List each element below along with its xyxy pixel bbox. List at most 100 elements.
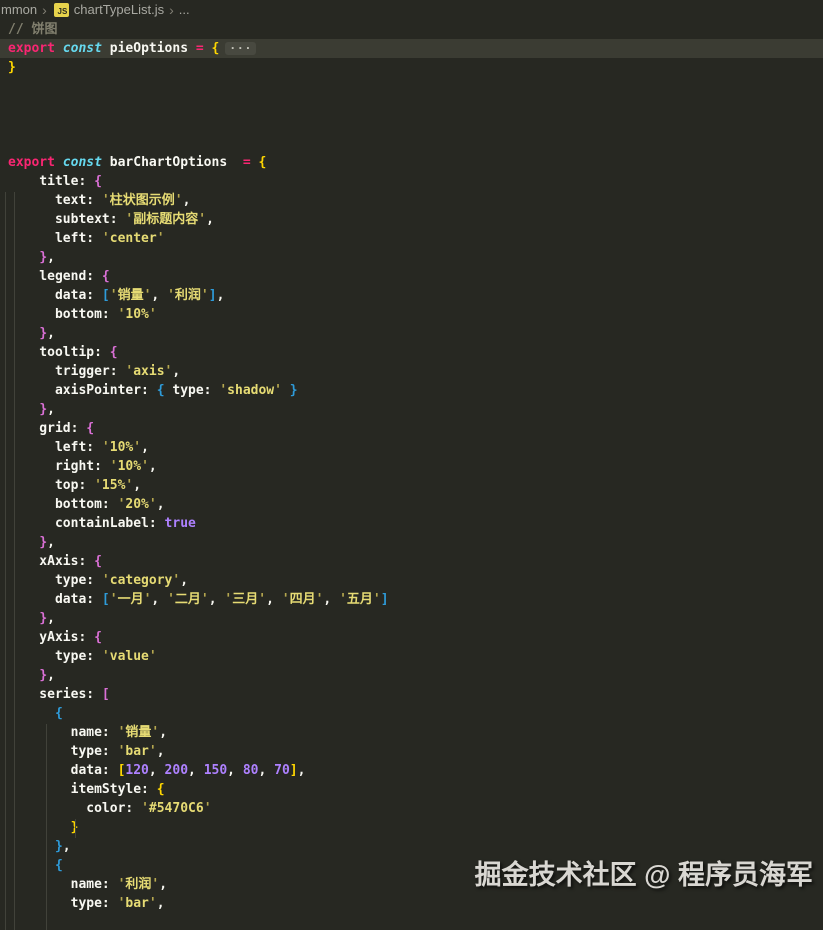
code-token: 120 <box>125 763 148 778</box>
code-line[interactable]: left: 'center' <box>0 229 823 248</box>
breadcrumb-symbol-ellipsis[interactable]: ... <box>179 0 190 20</box>
code-line[interactable]: }, <box>0 248 823 267</box>
code-line[interactable]: // 饼图 <box>0 20 823 39</box>
code-line[interactable]: title: { <box>0 172 823 191</box>
code-token: 三月 <box>232 592 258 607</box>
code-token: right: <box>8 459 110 474</box>
code-token: xAxis: <box>8 554 94 569</box>
code-token: , <box>227 763 243 778</box>
folded-code-ellipsis[interactable]: ··· <box>225 42 256 55</box>
code-line[interactable]: data: ['一月', '二月', '三月', '四月', '五月'] <box>0 590 823 609</box>
code-line[interactable]: right: '10%', <box>0 457 823 476</box>
code-token: tooltip: <box>8 345 110 360</box>
code-line[interactable]: } <box>0 818 823 837</box>
code-token: = <box>196 41 204 56</box>
code-token: ' <box>133 440 141 455</box>
code-line[interactable]: tooltip: { <box>0 343 823 362</box>
code-line[interactable]: subtext: '副标题内容', <box>0 210 823 229</box>
code-token <box>8 668 39 683</box>
code-token: [ <box>102 592 110 607</box>
code-line[interactable] <box>0 134 823 153</box>
code-token: ' <box>282 592 290 607</box>
code-line[interactable]: }, <box>0 666 823 685</box>
code-line[interactable]: type: 'bar', <box>0 894 823 913</box>
code-token: , <box>151 592 167 607</box>
code-token: shadow <box>227 383 274 398</box>
code-token: type: <box>8 744 118 759</box>
code-line[interactable]: type: 'bar', <box>0 742 823 761</box>
code-token: bar <box>125 896 148 911</box>
code-token: , <box>133 478 141 493</box>
code-token: ' <box>94 478 102 493</box>
code-line[interactable]: containLabel: true <box>0 514 823 533</box>
code-line[interactable]: data: [120, 200, 150, 80, 70], <box>0 761 823 780</box>
code-token: 二月 <box>175 592 201 607</box>
code-token: 15% <box>102 478 125 493</box>
code-token: , <box>157 497 165 512</box>
code-line[interactable]: top: '15%', <box>0 476 823 495</box>
code-line[interactable]: export const pieOptions = {··· <box>0 39 823 58</box>
code-line[interactable]: yAxis: { <box>0 628 823 647</box>
code-line[interactable]: color: '#5470C6' <box>0 799 823 818</box>
code-line[interactable]: data: ['销量', '利润'], <box>0 286 823 305</box>
code-line[interactable]: type: 'value' <box>0 647 823 666</box>
code-token: 200 <box>165 763 188 778</box>
code-token: export <box>8 41 55 56</box>
code-line[interactable]: axisPointer: { type: 'shadow' } <box>0 381 823 400</box>
code-token: 销量 <box>125 725 151 740</box>
code-token: 一月 <box>118 592 144 607</box>
code-token: , <box>47 402 55 417</box>
code-line[interactable]: trigger: 'axis', <box>0 362 823 381</box>
code-token: ' <box>167 592 175 607</box>
code-line[interactable] <box>0 96 823 115</box>
code-token: , <box>323 592 339 607</box>
code-token: [ <box>102 687 110 702</box>
code-token: // 饼图 <box>8 22 57 37</box>
code-line[interactable]: text: '柱状图示例', <box>0 191 823 210</box>
code-line[interactable]: }, <box>0 324 823 343</box>
code-token: name: <box>8 725 118 740</box>
breadcrumb-folder[interactable]: mmon <box>1 0 37 20</box>
code-token: , <box>47 326 55 341</box>
code-line[interactable] <box>0 115 823 134</box>
code-token: axis <box>133 364 164 379</box>
code-line[interactable]: series: [ <box>0 685 823 704</box>
code-line[interactable]: grid: { <box>0 419 823 438</box>
code-line[interactable]: xAxis: { <box>0 552 823 571</box>
code-token: 利润 <box>175 288 201 303</box>
code-line[interactable]: bottom: '10%' <box>0 305 823 324</box>
code-line[interactable] <box>0 77 823 96</box>
code-token: , <box>47 250 55 265</box>
code-line[interactable]: }, <box>0 609 823 628</box>
code-token: type: <box>165 383 220 398</box>
code-token: name: <box>8 877 118 892</box>
code-token: , <box>157 896 165 911</box>
code-line[interactable]: type: 'category', <box>0 571 823 590</box>
code-line[interactable]: legend: { <box>0 267 823 286</box>
code-token: series: <box>8 687 102 702</box>
code-token: value <box>110 649 149 664</box>
code-token: ' <box>102 649 110 664</box>
code-token: { <box>94 630 102 645</box>
code-line[interactable]: name: '销量', <box>0 723 823 742</box>
code-token: pieOptions <box>102 41 196 56</box>
code-token <box>8 858 55 873</box>
code-line[interactable]: } <box>0 58 823 77</box>
chevron-right-icon: › <box>42 1 47 19</box>
code-token: [ <box>102 288 110 303</box>
code-token: ' <box>258 592 266 607</box>
code-token: { <box>86 421 94 436</box>
code-line[interactable]: export const barChartOptions = { <box>0 153 823 172</box>
code-line[interactable]: itemStyle: { <box>0 780 823 799</box>
code-token: , <box>151 288 167 303</box>
code-line[interactable]: }, <box>0 533 823 552</box>
code-token: data: <box>8 592 102 607</box>
code-line[interactable]: }, <box>0 400 823 419</box>
code-token: true <box>165 516 196 531</box>
code-line[interactable]: { <box>0 704 823 723</box>
code-line[interactable]: bottom: '20%', <box>0 495 823 514</box>
code-token <box>8 706 55 721</box>
code-line[interactable]: left: '10%', <box>0 438 823 457</box>
code-editor[interactable]: // 饼图 export const pieOptions = {···} expo… <box>0 20 823 913</box>
breadcrumb-file[interactable]: chartTypeList.js <box>74 0 164 20</box>
